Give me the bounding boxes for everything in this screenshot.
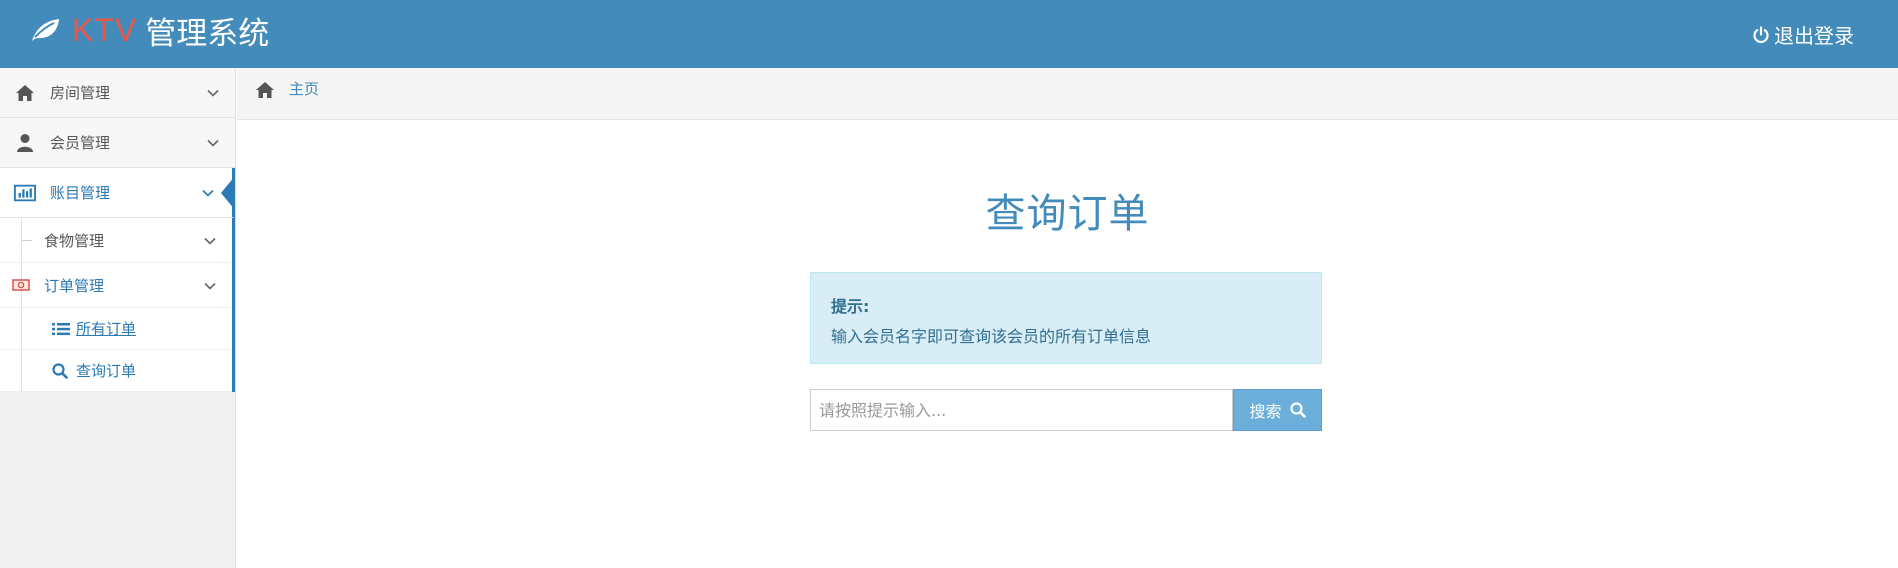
search-icon: [1289, 402, 1306, 418]
alert-message: 输入会员名字即可查询该会员的所有订单信息: [831, 327, 1152, 346]
chevron-down-icon: [202, 189, 214, 197]
sidebar-item-orders[interactable]: 订单管理: [0, 263, 232, 308]
brand-prefix: KTV: [72, 11, 138, 48]
power-icon: [1753, 25, 1769, 43]
search-icon: [52, 362, 70, 379]
sidebar-item-all-orders[interactable]: 所有订单: [0, 308, 232, 350]
sidebar-item-label: 所有订单: [76, 320, 137, 338]
sidebar-item-label: 账目管理: [50, 184, 111, 202]
search-input[interactable]: [810, 389, 1233, 431]
sidebar-item-rooms[interactable]: 房间管理: [0, 68, 235, 118]
user-icon: [14, 132, 36, 154]
search-bar: 搜索: [810, 389, 1322, 431]
page-title: 查询订单: [985, 191, 1150, 237]
brand-logo[interactable]: KTV 管理系统: [28, 10, 270, 52]
sidebar-item-search-orders[interactable]: 查询订单: [0, 350, 232, 392]
logout-label: 退出登录: [1774, 24, 1854, 48]
sidebar-item-label: 查询订单: [76, 362, 137, 380]
sidebar-item-label: 食物管理: [44, 231, 105, 250]
sidebar-item-food[interactable]: 食物管理: [0, 218, 232, 263]
search-button[interactable]: 搜索: [1233, 389, 1322, 431]
breadcrumb: 主页: [237, 68, 1898, 120]
sidebar-item-label: 房间管理: [50, 84, 111, 102]
search-button-label: 搜索: [1249, 402, 1282, 421]
sidebar-item-label: 订单管理: [44, 276, 105, 295]
home-icon[interactable]: [255, 81, 275, 99]
active-indicator: [221, 176, 235, 210]
sidebar-item-accounts[interactable]: 账目管理: [0, 168, 235, 218]
chevron-down-icon: [207, 89, 219, 97]
bar-chart-icon: [14, 182, 36, 204]
logout-button[interactable]: 退出登录: [1752, 20, 1854, 49]
accounts-submenu: 食物管理 订单管理 所有订单 查询订单: [0, 218, 235, 392]
sidebar-item-label: 会员管理: [50, 134, 111, 152]
brand-title: 管理系统: [145, 15, 270, 52]
chevron-down-icon: [207, 139, 219, 147]
tree-branch: [22, 240, 32, 241]
orders-submenu: 所有订单 查询订单: [0, 308, 232, 392]
home-icon: [14, 82, 36, 104]
chevron-down-icon: [204, 237, 216, 245]
leaf-icon: [32, 19, 59, 41]
breadcrumb-home-link[interactable]: 主页: [289, 78, 319, 99]
main-content: 查询订单 提示: 输入会员名字即可查询该会员的所有订单信息 搜索: [237, 121, 1898, 568]
list-icon: [52, 321, 70, 337]
alert-title: 提示:: [831, 297, 870, 316]
top-navbar: KTV 管理系统 退出登录: [0, 0, 1898, 68]
info-alert: 提示: 输入会员名字即可查询该会员的所有订单信息: [810, 272, 1322, 364]
chevron-down-icon: [204, 282, 216, 290]
money-icon: [12, 279, 30, 291]
sidebar: 房间管理 会员管理 账目管理 食物管理 订单管理 所有订单 查询订单: [0, 68, 236, 568]
sidebar-item-members[interactable]: 会员管理: [0, 118, 235, 168]
